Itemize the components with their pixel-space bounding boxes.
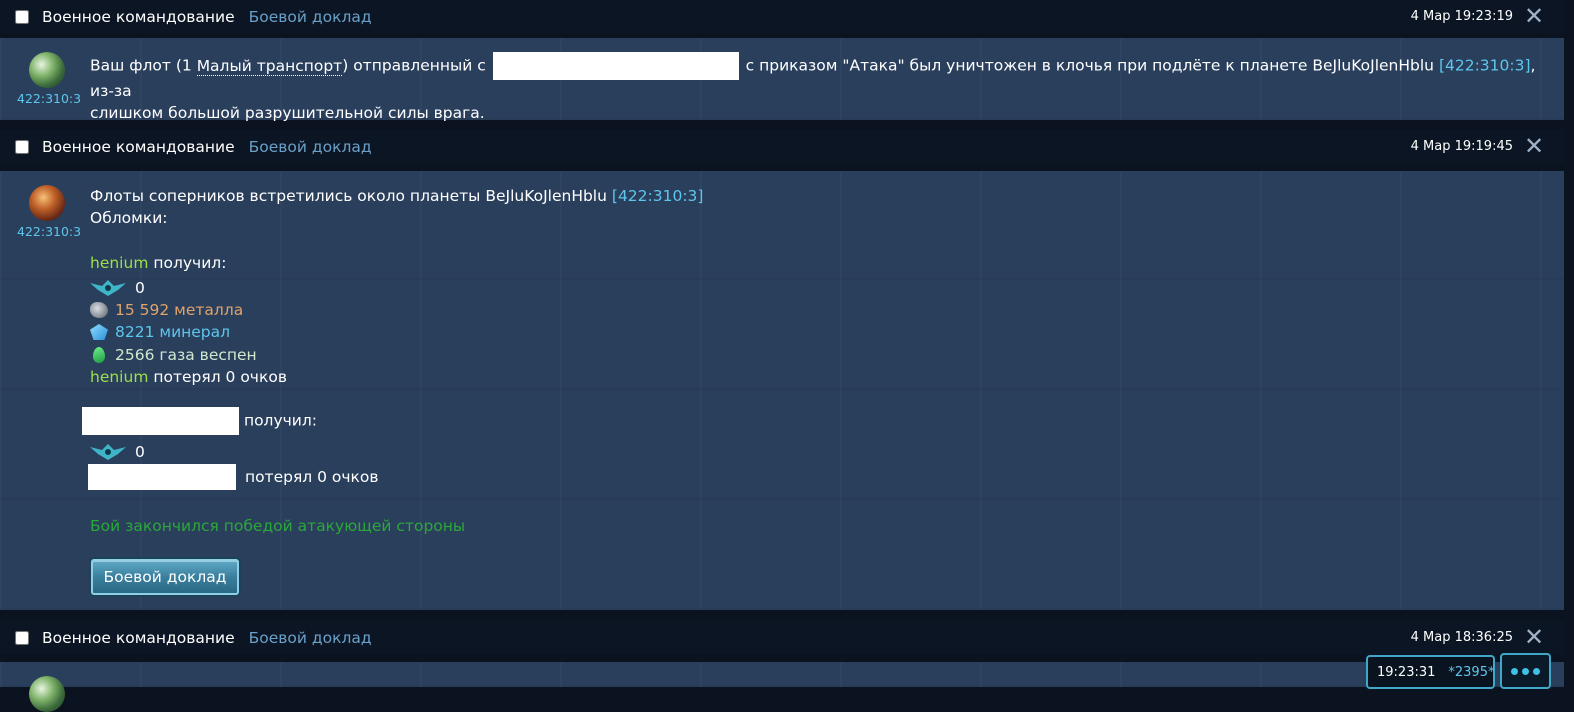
- message-date: 4 Мар 18:36:25: [1410, 630, 1513, 645]
- message-sender: Военное командование: [42, 137, 235, 156]
- message-text: Ваш флот (1 Малый транспорт) отправленны…: [90, 52, 1550, 124]
- attacker-rank-line: 0: [90, 277, 145, 299]
- planet-avatar[interactable]: [29, 185, 65, 221]
- planet-coord-link[interactable]: 422:310:3: [17, 91, 81, 106]
- message-body: 422:310:3 Ваш флот (1 Малый транспорт) о…: [0, 38, 1564, 122]
- crystal-icon: [90, 324, 108, 340]
- defender-received: получил:: [82, 407, 317, 435]
- metal-icon: [90, 302, 108, 318]
- online-count: *2395*: [1448, 664, 1495, 680]
- server-clock: 19:23:31 *2395*: [1366, 655, 1495, 689]
- debris-label: Обломки:: [90, 209, 168, 227]
- message-subject-link[interactable]: Боевой доклад: [249, 629, 372, 647]
- attacker-name[interactable]: henium: [90, 368, 148, 386]
- message-subject-link[interactable]: Боевой доклад: [249, 8, 372, 26]
- close-icon[interactable]: ✕: [1522, 2, 1546, 30]
- message-sender: Военное командование: [42, 628, 235, 647]
- rank-icon: [90, 444, 126, 460]
- redacted-planet: [492, 52, 739, 80]
- message-header: Военное командование Боевой доклад 4 Мар…: [0, 0, 1564, 33]
- planet-coord-link[interactable]: 422:310:3: [17, 224, 81, 239]
- gas-icon: [93, 347, 105, 363]
- crystal-line: 8221 минерал: [90, 321, 230, 343]
- rank-icon: [90, 280, 126, 296]
- message-body: [0, 662, 1564, 712]
- message-date: 4 Мар 19:19:45: [1410, 139, 1513, 154]
- message-sender: Военное командование: [42, 7, 235, 26]
- ship-name[interactable]: Малый транспорт: [196, 56, 343, 76]
- battle-result: Бой закончился победой атакующей стороны: [90, 517, 466, 535]
- coord-link[interactable]: [422:310:3]: [1439, 57, 1531, 75]
- battle-intro: Флоты соперников встретились около плане…: [90, 187, 704, 205]
- battle-report-button[interactable]: Боевой доклад: [91, 559, 239, 595]
- planet-avatar[interactable]: [29, 52, 65, 88]
- message-subject-link[interactable]: Боевой доклад: [249, 138, 372, 156]
- close-icon[interactable]: ✕: [1522, 623, 1546, 651]
- close-icon[interactable]: ✕: [1522, 132, 1546, 160]
- attacker-received: henium получил:: [90, 254, 227, 272]
- planet-avatar[interactable]: [29, 676, 65, 712]
- attacker-lost: henium потерял 0 очков: [90, 368, 287, 386]
- message-date: 4 Мар 19:23:19: [1410, 9, 1513, 24]
- message-select-checkbox[interactable]: [15, 139, 29, 154]
- message-select-checkbox[interactable]: [15, 9, 29, 24]
- redacted-defender-name: [82, 407, 239, 435]
- message-select-checkbox[interactable]: [15, 630, 29, 645]
- message-header: Военное командование Боевой доклад 4 Мар…: [0, 621, 1564, 654]
- gas-line: 2566 газа веспен: [90, 344, 257, 366]
- clock-time: 19:23:31: [1377, 664, 1436, 680]
- redacted-defender-name: [88, 464, 236, 490]
- coord-link[interactable]: [422:310:3]: [612, 187, 704, 205]
- more-menu-icon[interactable]: [1500, 653, 1551, 689]
- attacker-name[interactable]: henium: [90, 254, 148, 272]
- message-header: Военное командование Боевой доклад 4 Мар…: [0, 130, 1564, 163]
- defender-rank-line: 0: [90, 441, 145, 463]
- metal-line: 15 592 металла: [90, 299, 243, 321]
- defender-lost: потерял 0 очков: [88, 464, 379, 490]
- message-body: 422:310:3 Флоты соперников встретились о…: [0, 171, 1564, 610]
